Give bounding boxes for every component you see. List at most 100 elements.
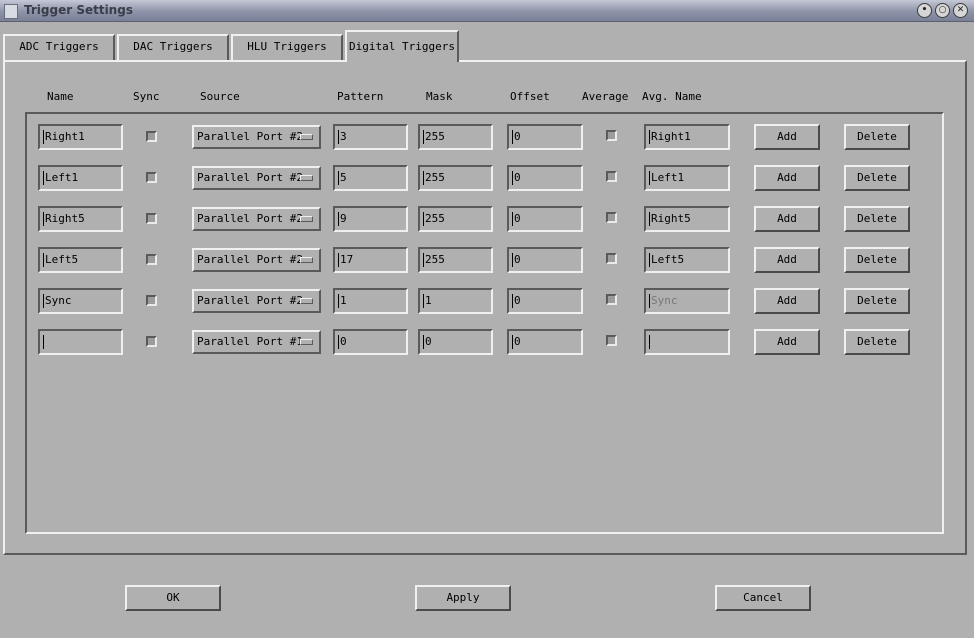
average-checkbox[interactable] <box>606 171 617 182</box>
source-dropdown-value: Parallel Port #2 <box>197 294 303 307</box>
tab-adc-triggers[interactable]: ADC Triggers <box>3 34 115 60</box>
avg-name-field[interactable]: Left1 <box>644 165 730 191</box>
mask-field-value: 255 <box>425 212 445 225</box>
avg-name-field[interactable]: Right5 <box>644 206 730 232</box>
column-header-mask: Mask <box>426 90 453 103</box>
source-dropdown[interactable]: Parallel Port #2 <box>192 166 321 190</box>
tab-dac-triggers[interactable]: DAC Triggers <box>117 34 229 60</box>
column-header-source: Source <box>200 90 240 103</box>
sync-checkbox[interactable] <box>146 131 157 142</box>
mask-field[interactable]: 255 <box>418 206 493 232</box>
mask-field[interactable]: 1 <box>418 288 493 314</box>
maximize-icon[interactable]: ○ <box>935 3 950 18</box>
offset-field[interactable]: 0 <box>507 165 583 191</box>
tab-digital-triggers[interactable]: Digital Triggers <box>345 30 459 62</box>
trigger-name-field[interactable] <box>38 329 123 355</box>
close-icon[interactable]: ✕ <box>953 3 968 18</box>
add-button[interactable]: Add <box>754 124 820 150</box>
text-cursor <box>338 294 339 308</box>
trigger-name-field[interactable]: Left5 <box>38 247 123 273</box>
average-checkbox[interactable] <box>606 294 617 305</box>
offset-field-value: 0 <box>514 130 521 143</box>
offset-field[interactable]: 0 <box>507 206 583 232</box>
offset-field[interactable]: 0 <box>507 124 583 150</box>
mask-field[interactable]: 255 <box>418 165 493 191</box>
text-cursor <box>512 294 513 308</box>
pattern-field[interactable]: 5 <box>333 165 408 191</box>
text-cursor <box>423 294 424 308</box>
source-dropdown[interactable]: Parallel Port #2 <box>192 125 321 149</box>
source-dropdown[interactable]: Parallel Port #2 <box>192 248 321 272</box>
source-dropdown[interactable]: Parallel Port #2 <box>192 289 321 313</box>
avg-name-field[interactable] <box>644 329 730 355</box>
pattern-field[interactable]: 0 <box>333 329 408 355</box>
pattern-field[interactable]: 17 <box>333 247 408 273</box>
pattern-field-value: 0 <box>340 335 347 348</box>
offset-field[interactable]: 0 <box>507 329 583 355</box>
avg-name-field-value: Left5 <box>651 253 685 266</box>
add-button[interactable]: Add <box>754 165 820 191</box>
mask-field[interactable]: 0 <box>418 329 493 355</box>
mask-field[interactable]: 255 <box>418 124 493 150</box>
text-cursor <box>649 294 650 308</box>
sync-checkbox[interactable] <box>146 336 157 347</box>
add-button[interactable]: Add <box>754 247 820 273</box>
tab-hlu-triggers[interactable]: HLU Triggers <box>231 34 343 60</box>
column-header-sync: Sync <box>133 90 160 103</box>
option-menu-indicator-icon <box>300 257 313 263</box>
avg-name-field[interactable]: Sync <box>644 288 730 314</box>
option-menu-indicator-icon <box>300 134 313 140</box>
avg-name-field[interactable]: Right1 <box>644 124 730 150</box>
source-dropdown[interactable]: Parallel Port #2 <box>192 207 321 231</box>
text-cursor <box>338 171 339 185</box>
source-dropdown-value: Parallel Port #1 <box>197 335 303 348</box>
pattern-field[interactable]: 3 <box>333 124 408 150</box>
sync-checkbox[interactable] <box>146 172 157 183</box>
add-button[interactable]: Add <box>754 206 820 232</box>
trigger-name-field[interactable]: Right1 <box>38 124 123 150</box>
average-checkbox[interactable] <box>606 212 617 223</box>
text-cursor <box>423 171 424 185</box>
average-checkbox[interactable] <box>606 335 617 346</box>
column-header-avg-name: Avg. Name <box>642 90 702 103</box>
window-menu-icon[interactable] <box>4 4 18 19</box>
cancel-button[interactable]: Cancel <box>715 585 811 611</box>
source-dropdown[interactable]: Parallel Port #1 <box>192 330 321 354</box>
offset-field[interactable]: 0 <box>507 247 583 273</box>
offset-field-value: 0 <box>514 212 521 225</box>
avg-name-field-value: Sync <box>651 294 678 307</box>
delete-button[interactable]: Delete <box>844 329 910 355</box>
ok-button[interactable]: OK <box>125 585 221 611</box>
average-checkbox[interactable] <box>606 253 617 264</box>
sync-checkbox[interactable] <box>146 213 157 224</box>
minimize-icon[interactable]: • <box>917 3 932 18</box>
source-dropdown-value: Parallel Port #2 <box>197 130 303 143</box>
text-cursor <box>649 212 650 226</box>
apply-button[interactable]: Apply <box>415 585 511 611</box>
trigger-name-field[interactable]: Sync <box>38 288 123 314</box>
trigger-name-field[interactable]: Right5 <box>38 206 123 232</box>
pattern-field[interactable]: 9 <box>333 206 408 232</box>
sync-checkbox[interactable] <box>146 295 157 306</box>
text-cursor <box>338 253 339 267</box>
delete-button[interactable]: Delete <box>844 288 910 314</box>
delete-button[interactable]: Delete <box>844 165 910 191</box>
sync-checkbox[interactable] <box>146 254 157 265</box>
add-button[interactable]: Add <box>754 329 820 355</box>
offset-field-value: 0 <box>514 335 521 348</box>
avg-name-field-value: Right5 <box>651 212 691 225</box>
delete-button[interactable]: Delete <box>844 206 910 232</box>
avg-name-field[interactable]: Left5 <box>644 247 730 273</box>
text-cursor <box>649 130 650 144</box>
mask-field[interactable]: 255 <box>418 247 493 273</box>
delete-button[interactable]: Delete <box>844 247 910 273</box>
average-checkbox[interactable] <box>606 130 617 141</box>
text-cursor <box>423 212 424 226</box>
pattern-field[interactable]: 1 <box>333 288 408 314</box>
offset-field[interactable]: 0 <box>507 288 583 314</box>
window-title: Trigger Settings <box>24 3 133 17</box>
add-button[interactable]: Add <box>754 288 820 314</box>
delete-button[interactable]: Delete <box>844 124 910 150</box>
trigger-name-field[interactable]: Left1 <box>38 165 123 191</box>
option-menu-indicator-icon <box>300 339 313 345</box>
